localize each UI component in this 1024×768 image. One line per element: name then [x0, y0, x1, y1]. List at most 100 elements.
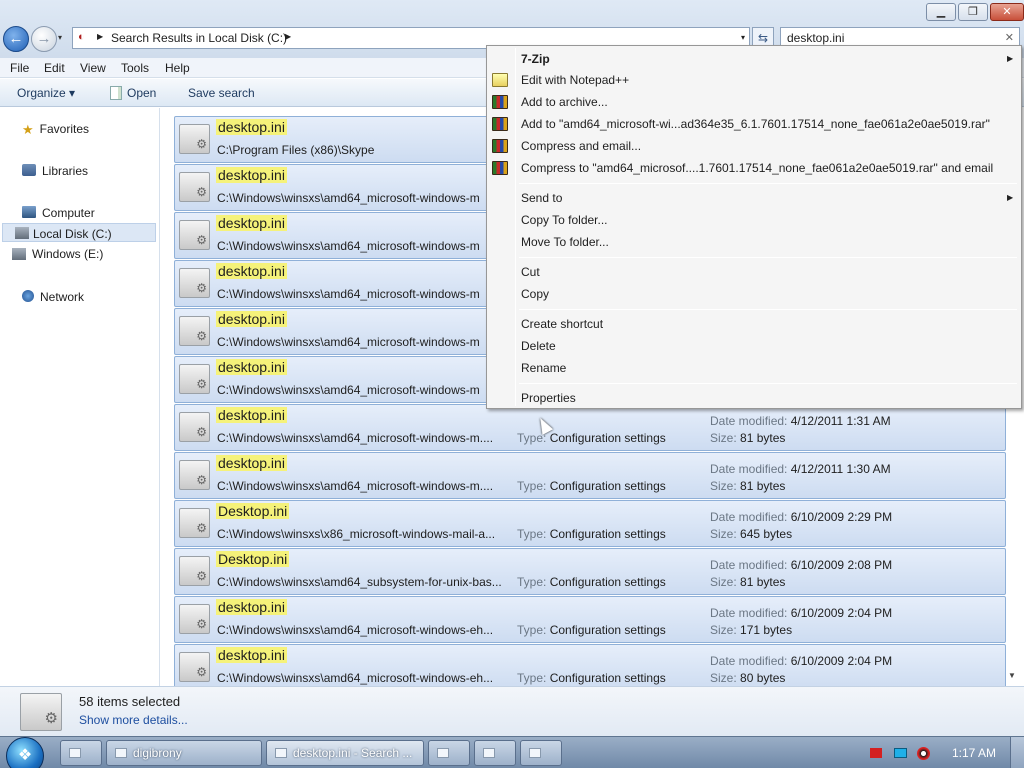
- save-search-button[interactable]: Save search: [188, 86, 255, 100]
- menu-item-copy[interactable]: Copy: [521, 287, 549, 301]
- menu-file[interactable]: File: [10, 61, 29, 75]
- type-label: Type:: [517, 479, 547, 493]
- result-row[interactable]: ⚙ Desktop.ini C:\Windows\winsxs\amd64_subs…: [174, 548, 1006, 595]
- file-size: Size: 645 bytes: [710, 527, 792, 541]
- menu-item-edit-notepad[interactable]: Edit with Notepad++: [521, 73, 629, 87]
- file-size: Size: 81 bytes: [710, 575, 785, 589]
- file-path: C:\Windows\winsxs\amd64_microsoft-window…: [217, 479, 494, 493]
- menu-item-cut[interactable]: Cut: [521, 265, 540, 279]
- computer-icon: [22, 206, 36, 218]
- date-modified: Date modified: 4/12/2011 1:31 AM: [710, 414, 891, 428]
- address-dropdown-icon[interactable]: ▾: [741, 33, 745, 42]
- file-name: desktop.ini: [216, 407, 287, 423]
- breadcrumb-arrow-icon[interactable]: ▶: [285, 32, 291, 41]
- date-modified: Date modified: 6/10/2009 2:29 PM: [710, 510, 892, 524]
- search-input-value[interactable]: desktop.ini: [787, 31, 844, 45]
- menu-item-rename[interactable]: Rename: [521, 361, 566, 375]
- taskbar-app-button[interactable]: [474, 740, 516, 766]
- clock[interactable]: 1:17 AM: [952, 746, 996, 760]
- menu-item-move-to-folder[interactable]: Move To folder...: [521, 235, 609, 249]
- size-value: 81 bytes: [740, 575, 786, 589]
- menu-item-add-to-rar[interactable]: Add to "amd64_microsoft-wi...ad364e35_6.…: [521, 117, 990, 131]
- taskbar-label: desktop.ini - Search ...: [293, 746, 413, 760]
- file-path: C:\Windows\winsxs\amd64_microsoft-window…: [217, 335, 480, 349]
- menu-tools[interactable]: Tools: [121, 61, 149, 75]
- clear-search-icon[interactable]: ✕: [1005, 31, 1014, 44]
- size-value: 171 bytes: [740, 623, 793, 637]
- taskbar-label: digibrony: [133, 746, 182, 760]
- menu-item-delete[interactable]: Delete: [521, 339, 556, 353]
- file-path: C:\Windows\winsxs\amd64_subsystem-for-un…: [217, 575, 502, 589]
- menu-item-7zip[interactable]: 7-Zip: [521, 52, 550, 66]
- star-icon: ★: [22, 122, 34, 137]
- file-path: C:\Windows\winsxs\amd64_microsoft-window…: [217, 287, 480, 301]
- date-modified: Date modified: 4/12/2011 1:30 AM: [710, 462, 891, 476]
- result-row[interactable]: ⚙ desktop.ini C:\Windows\winsxs\amd64_micr…: [174, 644, 1006, 686]
- menu-item-compress-to-rar-email[interactable]: Compress to "amd64_microsof....1.7601.17…: [521, 161, 993, 175]
- nav-item-label: Favorites: [39, 122, 90, 136]
- scroll-down-icon[interactable]: ▼: [1008, 671, 1016, 680]
- menu-item-send-to[interactable]: Send to: [521, 191, 562, 205]
- maximize-button[interactable]: ❐: [958, 3, 988, 21]
- type-label: Type:: [517, 527, 547, 541]
- menu-item-create-shortcut[interactable]: Create shortcut: [521, 317, 603, 331]
- result-row[interactable]: ⚙ desktop.ini C:\Windows\winsxs\amd64_micr…: [174, 596, 1006, 643]
- action-center-flag-icon[interactable]: [870, 748, 882, 758]
- taskbar-digibrony-button[interactable]: digibrony: [106, 740, 262, 766]
- close-button[interactable]: ✕: [990, 3, 1024, 21]
- taskbar-app-button[interactable]: [520, 740, 562, 766]
- menu-item-add-to-archive[interactable]: Add to archive...: [521, 95, 608, 109]
- config-file-icon: ⚙: [179, 220, 210, 250]
- date-modified: Date modified: 6/10/2009 2:04 PM: [710, 654, 892, 668]
- minimize-button[interactable]: ▁: [926, 3, 956, 21]
- navigation-pane: ★ Favorites Libraries Computer Local Disk…: [0, 108, 160, 686]
- address-text[interactable]: Search Results in Local Disk (C:): [111, 31, 287, 45]
- file-path: C:\Windows\winsxs\amd64_microsoft-window…: [217, 383, 480, 397]
- taskbar-app-button[interactable]: [428, 740, 470, 766]
- menu-item-copy-to-folder[interactable]: Copy To folder...: [521, 213, 608, 227]
- nav-item-label: Network: [40, 290, 85, 304]
- folder-icon: [69, 748, 81, 758]
- volume-icon[interactable]: [917, 747, 930, 760]
- start-button[interactable]: ❖: [6, 737, 44, 768]
- nav-item-windows-drive[interactable]: Windows (E:): [12, 247, 103, 261]
- config-file-icon: ⚙: [179, 364, 210, 394]
- result-row[interactable]: ⚙ desktop.ini C:\Windows\winsxs\amd64_micr…: [174, 452, 1006, 499]
- menu-view[interactable]: View: [80, 61, 106, 75]
- winrar-icon: [492, 139, 508, 153]
- menu-item-properties[interactable]: Properties: [521, 391, 576, 405]
- nav-item-favorites[interactable]: ★ Favorites: [22, 122, 90, 137]
- file-path: C:\Windows\winsxs\amd64_microsoft-window…: [217, 239, 480, 253]
- menu-item-compress-email[interactable]: Compress and email...: [521, 139, 641, 153]
- nav-item-libraries[interactable]: Libraries: [22, 164, 88, 178]
- organize-button[interactable]: Organize ▾: [17, 86, 75, 100]
- forward-button[interactable]: →: [31, 26, 57, 52]
- size-label: Size:: [710, 671, 737, 685]
- date-modified-value: 6/10/2009 2:08 PM: [790, 558, 893, 572]
- taskbar-explorer-button[interactable]: [60, 740, 102, 766]
- menu-help[interactable]: Help: [165, 61, 190, 75]
- result-row[interactable]: ⚙ desktop.ini C:\Windows\winsxs\amd64_micr…: [174, 404, 1006, 451]
- taskbar-search-window-button[interactable]: desktop.ini - Search ...: [266, 740, 424, 766]
- result-row[interactable]: ⚙ Desktop.ini C:\Windows\winsxs\x86_micros…: [174, 500, 1006, 547]
- nav-item-label: Local Disk (C:): [33, 227, 112, 241]
- network-monitor-icon[interactable]: [894, 748, 907, 758]
- show-more-details-link[interactable]: Show more details...: [79, 713, 188, 727]
- menu-edit[interactable]: Edit: [44, 61, 65, 75]
- breadcrumb-arrow-icon[interactable]: ▶: [97, 32, 103, 41]
- show-desktop-button[interactable]: [1010, 737, 1024, 768]
- open-button[interactable]: Open: [110, 86, 156, 100]
- nav-item-local-disk[interactable]: Local Disk (C:): [2, 223, 156, 242]
- recent-pages-dropdown[interactable]: ▾: [58, 33, 62, 42]
- nav-item-computer[interactable]: Computer: [22, 206, 95, 220]
- file-size: Size: 171 bytes: [710, 623, 792, 637]
- date-modified: Date modified: 6/10/2009 2:04 PM: [710, 606, 892, 620]
- winrar-icon: [492, 161, 508, 175]
- date-modified-value: 4/12/2011 1:31 AM: [790, 414, 891, 428]
- date-modified-label: Date modified:: [710, 654, 788, 668]
- back-button[interactable]: ←: [3, 26, 29, 52]
- file-path: C:\Windows\winsxs\amd64_microsoft-window…: [217, 431, 494, 445]
- nav-item-network[interactable]: Network: [22, 290, 84, 304]
- file-type: Type: Configuration settings: [517, 431, 666, 445]
- gear-icon: ⚙: [196, 329, 207, 343]
